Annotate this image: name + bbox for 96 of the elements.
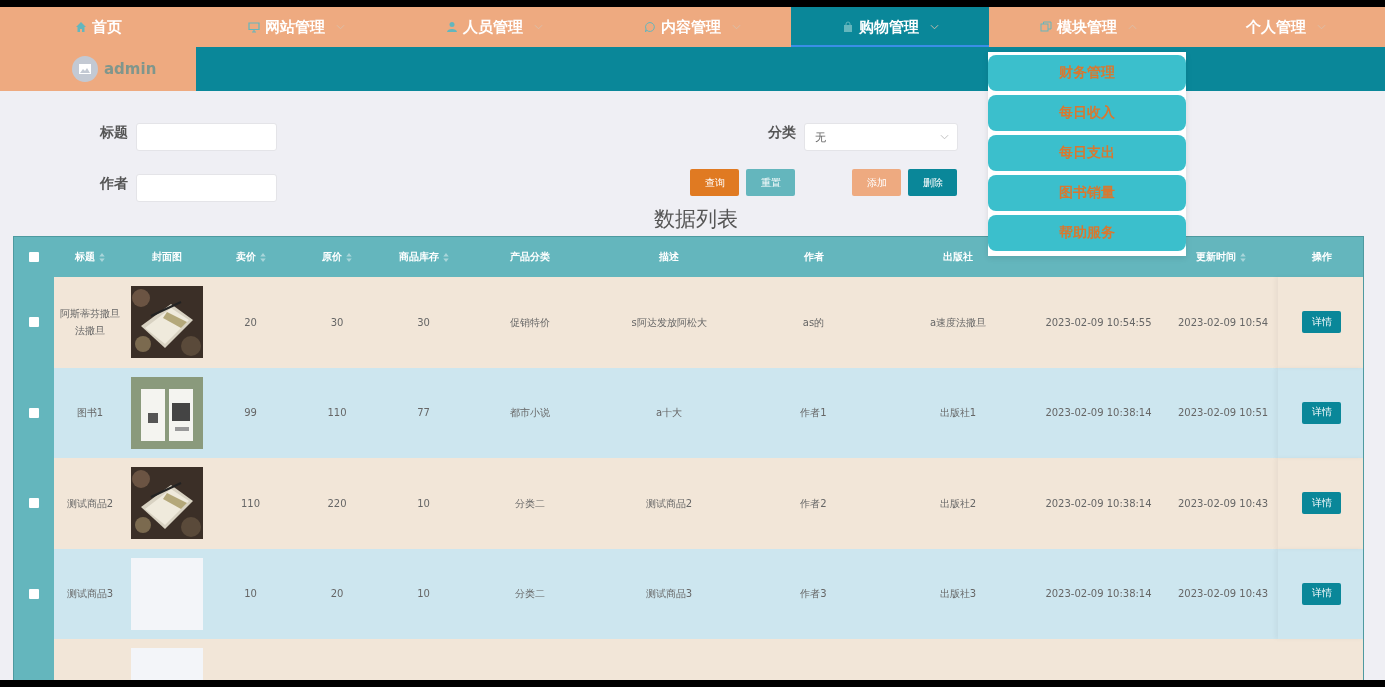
- nav-tab[interactable]: 模块管理: [989, 7, 1188, 47]
- nav-tab[interactable]: 首页: [0, 7, 198, 47]
- table-cell-text: 30: [330, 315, 344, 330]
- table-cell-text: 2023-02-09 10:43: [1178, 496, 1269, 511]
- copy-icon: [1039, 21, 1052, 33]
- table-cell-text: 2023-02-09 10:38:14: [1045, 406, 1152, 421]
- table-cell-text: 都市小说: [510, 406, 550, 421]
- menu-item[interactable]: 每日收入: [988, 95, 1186, 131]
- column-header: 出版社: [943, 250, 973, 264]
- table-cell-text: 220: [327, 496, 347, 511]
- nav-tab[interactable]: 人员管理: [395, 7, 594, 47]
- table-cell-text: 出版社1: [939, 406, 977, 421]
- field-label: 作者: [100, 174, 128, 193]
- column-header: 商品库存: [398, 250, 439, 264]
- column-header: 作者: [803, 250, 824, 264]
- column-header: 封面图: [152, 250, 182, 264]
- detail-button[interactable]: 详情: [1302, 582, 1341, 605]
- column-header: 更新时间: [1196, 250, 1236, 264]
- checkbox[interactable]: [29, 407, 39, 418]
- username: admin: [104, 60, 157, 78]
- field-label: 分类: [768, 123, 796, 142]
- nav-tab[interactable]: 内容管理: [593, 7, 792, 47]
- column-header: 原价: [322, 250, 342, 264]
- table-cell-text: 出版社3: [939, 587, 977, 602]
- detail-button[interactable]: 详情: [1302, 401, 1341, 424]
- table-cell-text: 110: [240, 496, 261, 511]
- table-cell-text: as的: [802, 315, 825, 330]
- table-cell-text: s阿达发放阿松大: [631, 315, 707, 330]
- table-cell-text: a十大: [655, 406, 683, 421]
- field-label: 标题: [100, 123, 128, 142]
- menu-item[interactable]: 每日支出: [988, 135, 1186, 171]
- table-cell-text: 10: [417, 496, 430, 511]
- column-header: 标题: [75, 250, 95, 264]
- table-cell-text: 20: [330, 587, 344, 602]
- column-header: 操作: [1311, 250, 1332, 264]
- person-icon: [446, 21, 459, 33]
- nav-tab[interactable]: 购物管理: [791, 7, 990, 47]
- checkbox[interactable]: [29, 252, 39, 262]
- table-cell-text: 作者3: [800, 587, 827, 602]
- menu-item[interactable]: 帮助服务: [988, 215, 1186, 251]
- chat-icon: [644, 21, 656, 33]
- checkbox[interactable]: [29, 317, 39, 328]
- menu-item[interactable]: 图书销量: [988, 175, 1186, 211]
- table-cell-text: 测试商品2: [645, 496, 693, 511]
- input-field[interactable]: [136, 174, 277, 202]
- table-cell-text: 2023-02-09 10:54: [1178, 315, 1269, 330]
- table-cell-text: 2023-02-09 10:54:55: [1045, 315, 1152, 330]
- avatar-icon: [72, 56, 98, 82]
- table-cell-text: 10: [244, 587, 257, 602]
- table-cell-text: 作者2: [800, 496, 827, 511]
- menu-item[interactable]: 财务管理: [988, 55, 1186, 91]
- checkbox[interactable]: [29, 588, 39, 599]
- home-icon: [75, 21, 88, 33]
- column-header: 卖价: [235, 250, 256, 264]
- checkbox[interactable]: [29, 498, 39, 509]
- table-cell-text: 作者1: [800, 406, 827, 421]
- table-cell-text: a速度法撒旦: [929, 315, 987, 330]
- table-cell-text: 30: [417, 315, 430, 330]
- nav-tab[interactable]: 个人管理: [1187, 7, 1385, 47]
- table-cell-text: 2023-02-09 10:43: [1178, 587, 1269, 602]
- table-cell-text: 110: [327, 406, 347, 421]
- sort-icon[interactable]: [259, 252, 266, 262]
- table-cell-text: 2023-02-09 10:38:14: [1045, 587, 1152, 602]
- chevron-down-icon: [940, 134, 949, 140]
- table-cell-text: 出版社2: [939, 496, 977, 511]
- sort-icon[interactable]: [346, 252, 352, 262]
- sort-icon[interactable]: [1240, 252, 1246, 262]
- bag-icon: [841, 21, 854, 33]
- action-button[interactable]: 添加: [852, 169, 901, 196]
- table-cell-text: 分类二: [515, 587, 545, 602]
- action-button[interactable]: 重置: [746, 169, 795, 196]
- table-cell-text: 测试商品3: [645, 587, 693, 602]
- action-button[interactable]: 查询: [690, 169, 739, 196]
- table-cell-text: 20: [244, 315, 257, 330]
- table-cell-text: 77: [417, 406, 430, 421]
- table-cell-text: 2023-02-09 10:51: [1178, 406, 1269, 421]
- detail-button[interactable]: 详情: [1302, 311, 1341, 334]
- sort-icon[interactable]: [99, 252, 105, 262]
- column-header: 产品分类: [510, 250, 550, 264]
- table-cell-text: 分类二: [515, 496, 545, 511]
- table-cell-text: 99: [244, 406, 257, 421]
- table-cell-text: 图书1: [76, 406, 104, 421]
- column-header: 描述: [659, 250, 679, 264]
- nav-tab[interactable]: 网站管理: [197, 7, 396, 47]
- table-cell-text: 测试商品3: [66, 587, 114, 602]
- table-cell-text: 10: [417, 587, 430, 602]
- table-cell-text: 测试商品2: [66, 496, 114, 511]
- category-select[interactable]: 无: [804, 123, 958, 151]
- table-cell-text: 2023-02-09 10:38:14: [1045, 496, 1152, 511]
- table-cell-text: 阿斯蒂芬撒旦法撒旦: [59, 307, 121, 339]
- action-button[interactable]: 删除: [908, 169, 957, 196]
- table-cell-text: 促销特价: [510, 315, 550, 330]
- monitor-icon: [248, 21, 261, 33]
- input-field[interactable]: [136, 123, 277, 151]
- sort-icon[interactable]: [442, 252, 449, 262]
- detail-button[interactable]: 详情: [1302, 492, 1341, 515]
